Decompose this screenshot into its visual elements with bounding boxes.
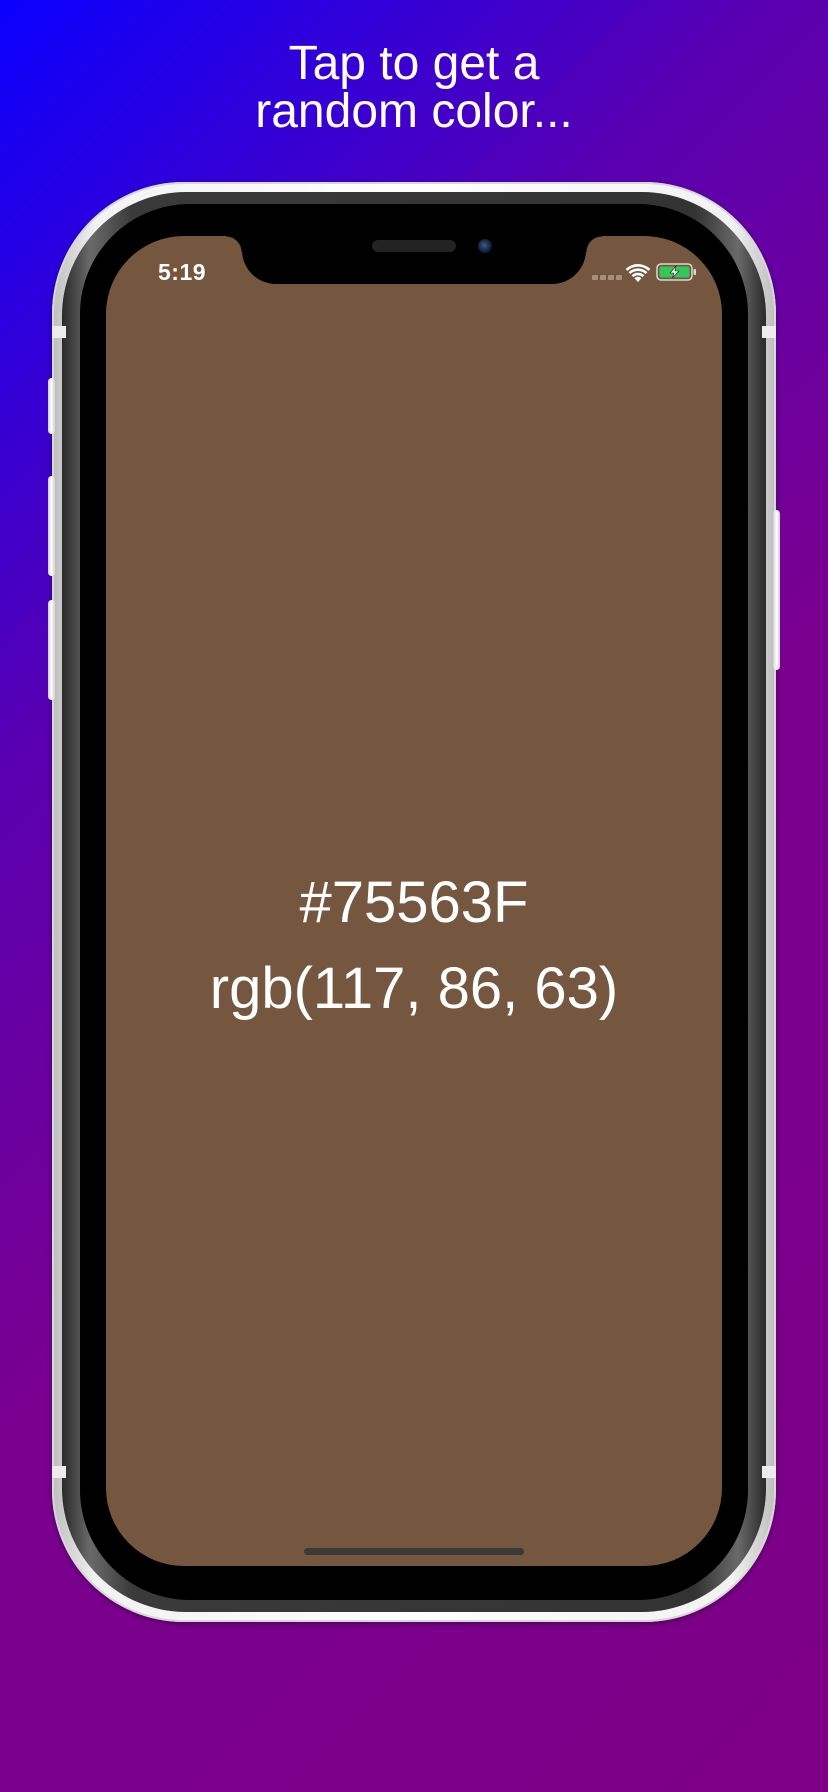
- antenna-line: [52, 326, 66, 338]
- volume-down-button: [48, 600, 55, 700]
- volume-up-button: [48, 476, 55, 576]
- home-indicator[interactable]: [304, 1548, 524, 1555]
- status-time: 5:19: [158, 259, 207, 285]
- battery-charging-icon: [656, 263, 696, 281]
- power-button: [773, 510, 780, 670]
- antenna-line: [762, 326, 776, 338]
- wifi-icon: [625, 264, 651, 282]
- speaker-grille: [372, 240, 456, 252]
- title-line-1: Tap to get a: [288, 37, 540, 90]
- mute-switch: [48, 378, 55, 434]
- front-camera: [478, 239, 492, 253]
- color-hex-value: #75563F: [299, 870, 529, 935]
- color-rgb-value: rgb(117, 86, 63): [209, 956, 619, 1021]
- page-title: Tap to get a random color...: [0, 40, 828, 136]
- antenna-line: [52, 1466, 66, 1478]
- signal-icon: [592, 275, 622, 281]
- antenna-line: [762, 1466, 776, 1478]
- title-line-2: random color...: [255, 85, 573, 138]
